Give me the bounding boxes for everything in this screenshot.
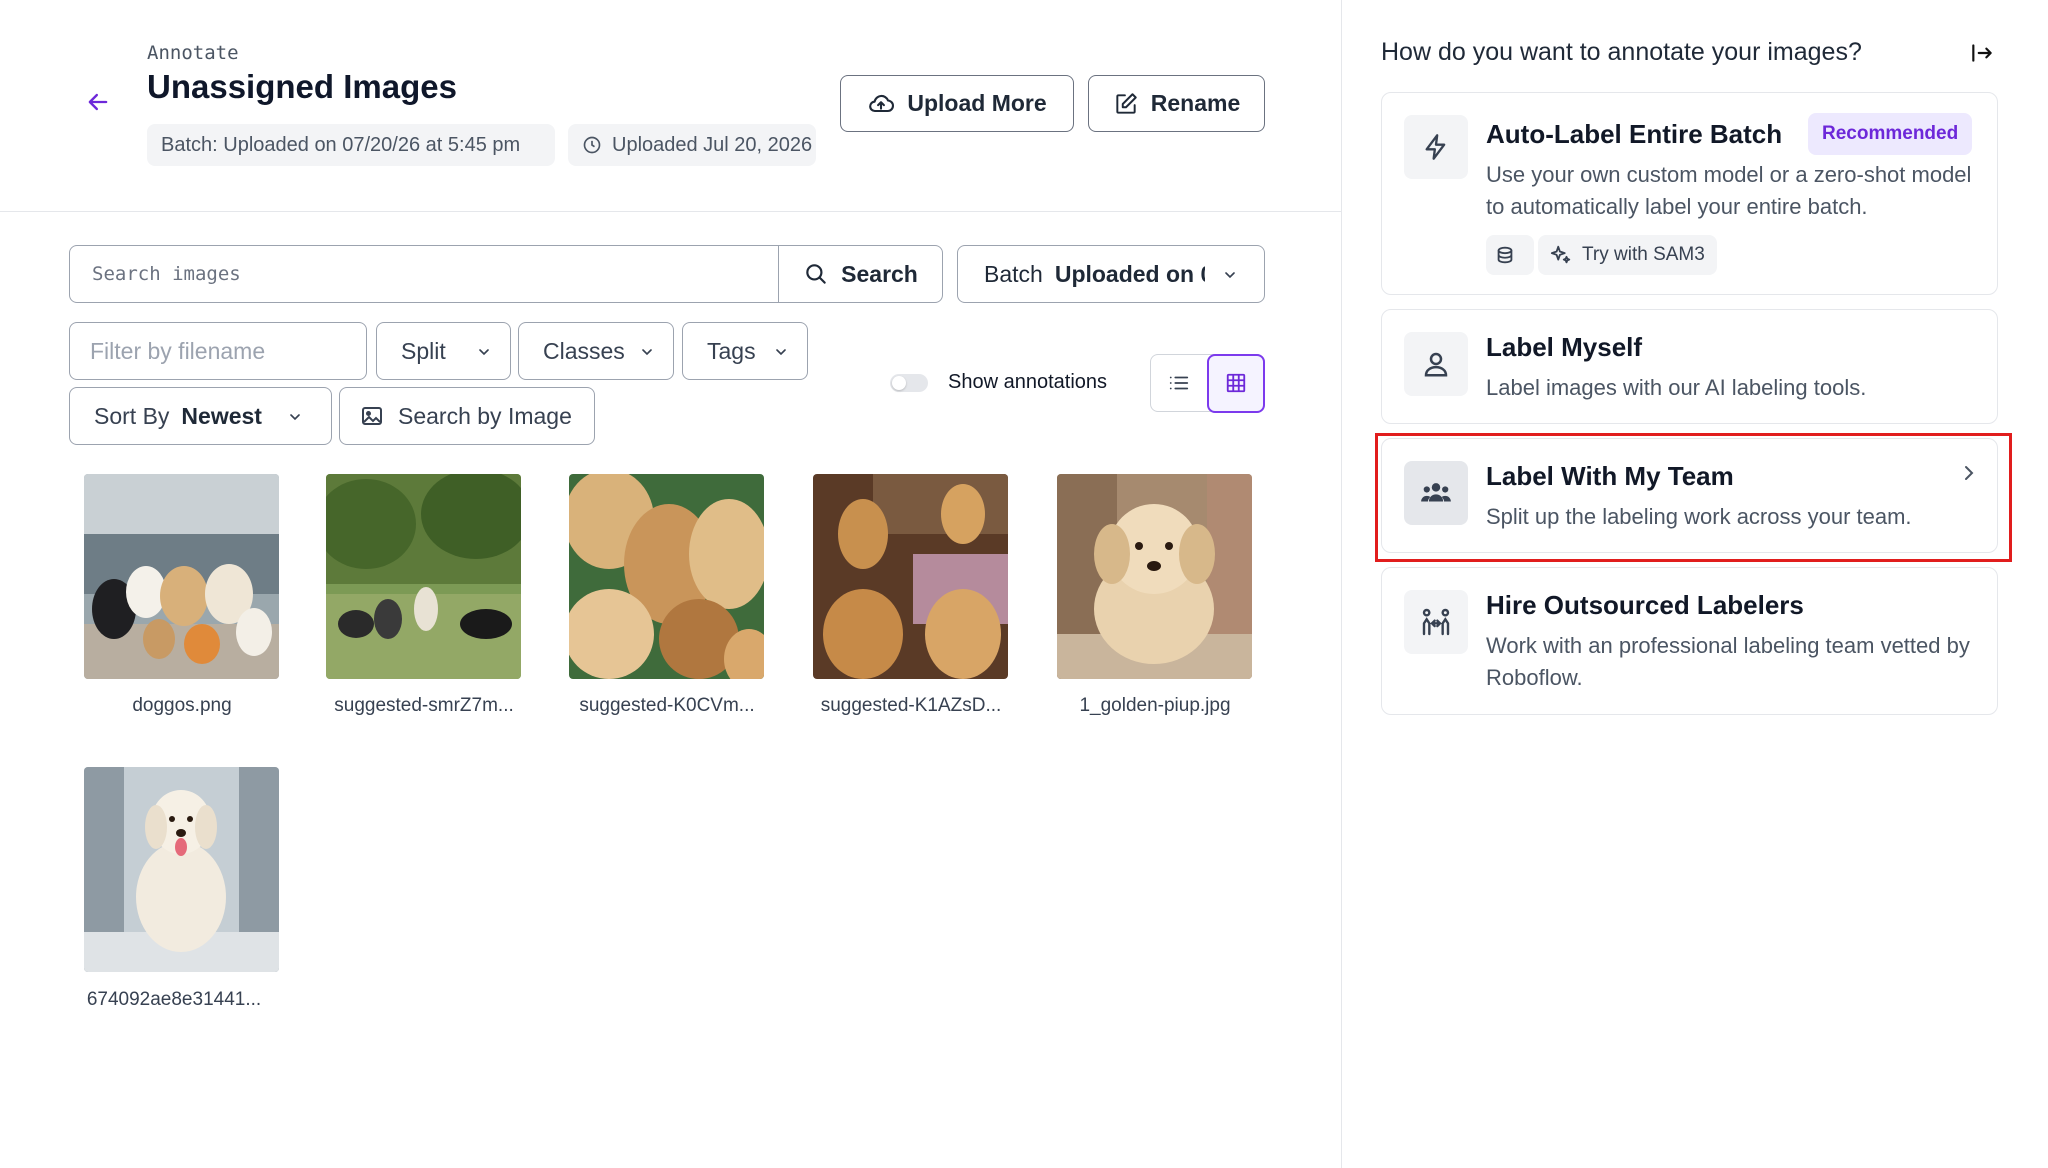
edit-icon <box>1116 92 1137 114</box>
batch-pill-text: Batch: Uploaded on 07/20/26 at 5:45 pm <box>161 133 521 156</box>
uploaded-pill: Uploaded Jul 20, 2026 <box>568 124 816 166</box>
search-button[interactable]: Search <box>778 246 942 302</box>
sort-value: Newest <box>181 402 262 429</box>
panel-title: How do you want to annotate your images? <box>1381 38 1862 66</box>
chevron-down-icon <box>1225 272 1235 279</box>
rename-label: Rename <box>1150 90 1241 116</box>
batch-dropdown-label: Batch <box>984 260 1043 287</box>
search-by-image-button[interactable]: Search by Image <box>339 387 595 445</box>
batch-pill: Batch: Uploaded on 07/20/26 at 5:45 pm <box>147 124 555 166</box>
cloud-upload-icon <box>869 94 895 112</box>
white-retriever-photo-icon <box>84 767 279 972</box>
stack-icon <box>1497 246 1513 264</box>
lightning-icon <box>1404 115 1468 179</box>
image-icon <box>362 407 382 425</box>
chevron-right-icon <box>1965 466 1974 480</box>
retrievers-indoor-photo-icon <box>813 474 1008 679</box>
classes-dropdown[interactable]: Classes <box>518 322 674 380</box>
search-icon <box>806 264 826 284</box>
image-thumbnail[interactable] <box>326 474 521 679</box>
clock-icon <box>583 136 601 154</box>
breadcrumb[interactable]: Annotate <box>147 42 239 64</box>
upload-more-button[interactable]: Upload More <box>840 75 1074 132</box>
chevron-down-icon <box>290 414 300 421</box>
auto-label-title: Auto-Label Entire Batch <box>1486 119 1783 149</box>
chevron-down-icon <box>642 349 652 356</box>
chevron-down-icon <box>479 349 489 356</box>
tags-dropdown[interactable]: Tags <box>682 322 808 380</box>
show-annotations-toggle[interactable] <box>890 374 928 392</box>
back-arrow-icon[interactable] <box>84 88 112 116</box>
split-label: Split <box>401 337 446 364</box>
image-filename: suggested-smrZ7m... <box>334 695 514 716</box>
outsource-icon <box>1404 590 1468 654</box>
image-filename: suggested-K0CVm... <box>579 695 755 716</box>
dogs-on-lawn-photo-icon <box>326 474 521 679</box>
image-filename: suggested-K1AZsD... <box>820 695 1002 716</box>
image-thumbnail[interactable] <box>813 474 1008 679</box>
search-button-label: Search <box>841 260 918 287</box>
annotate-options-panel: How do you want to annotate your images?… <box>1343 0 2048 1168</box>
sparkles-icon <box>1550 245 1571 264</box>
grid-view-button[interactable] <box>1207 353 1265 413</box>
auto-label-card[interactable]: Auto-Label Entire Batch Recommended Use … <box>1381 92 1998 295</box>
image-thumbnail[interactable] <box>84 474 279 679</box>
sort-dropdown[interactable]: Sort By Newest <box>69 387 332 445</box>
try-sam3-label: Try with SAM3 <box>1582 244 1705 265</box>
dog-group-photo-icon <box>84 474 279 679</box>
image-filename: 674092ae8e31441... <box>86 989 262 1010</box>
image-thumbnail[interactable] <box>84 767 279 972</box>
view-toggle <box>1150 353 1265 413</box>
filename-filter-input[interactable] <box>69 322 367 380</box>
model-chip[interactable] <box>1486 235 1534 275</box>
hire-outsourced-card[interactable]: Hire Outsourced Labelers Work with an pr… <box>1381 567 1998 715</box>
split-dropdown[interactable]: Split <box>376 322 511 380</box>
try-sam3-chip[interactable]: Try with SAM3 <box>1538 235 1717 275</box>
label-myself-card[interactable]: Label Myself Label images with our AI la… <box>1381 309 1998 424</box>
upload-more-label: Upload More <box>907 90 1047 116</box>
image-thumbnail[interactable] <box>569 474 764 679</box>
hire-outsourced-desc: Work with an professional labeling team … <box>1486 633 1970 690</box>
image-filename: doggos.png <box>132 695 232 716</box>
label-with-team-title: Label With My Team <box>1486 461 1734 491</box>
label-with-team-card[interactable]: Label With My Team Split up the labeling… <box>1381 438 1998 553</box>
search-bar: Search <box>69 245 943 303</box>
page-header: Annotate Unassigned Images Batch: Upload… <box>0 0 1342 212</box>
golden-puppy-photo-icon <box>1057 474 1252 679</box>
image-filename: 1_golden-piup.jpg <box>1079 695 1231 716</box>
auto-label-desc: Use your own custom model or a zero-shot… <box>1486 162 1972 219</box>
batch-dropdown-value: Uploaded on 07/20/26 <box>1054 260 1205 287</box>
search-input[interactable] <box>70 246 778 302</box>
uploaded-pill-text: Uploaded Jul 20, 2026 <box>612 133 813 156</box>
list-icon <box>1169 376 1189 390</box>
golden-retrievers-photo-icon <box>569 474 764 679</box>
page-title: Unassigned Images <box>147 68 457 105</box>
label-myself-title: Label Myself <box>1486 332 1643 362</box>
hire-outsourced-title: Hire Outsourced Labelers <box>1486 590 1804 620</box>
rename-button[interactable]: Rename <box>1088 75 1265 132</box>
sort-label: Sort By <box>94 402 170 429</box>
grid-icon <box>1226 373 1246 393</box>
label-with-team-desc: Split up the labeling work across your t… <box>1486 504 1912 529</box>
tags-label: Tags <box>707 337 756 364</box>
main-panel: Annotate Unassigned Images Batch: Upload… <box>0 0 1342 1168</box>
show-annotations-label: Show annotations <box>948 371 1108 393</box>
team-icon <box>1404 461 1468 525</box>
list-view-button[interactable] <box>1151 355 1207 411</box>
chevron-down-icon <box>776 349 786 356</box>
classes-label: Classes <box>543 337 625 364</box>
recommended-badge: Recommended <box>1808 113 1973 155</box>
label-myself-desc: Label images with our AI labeling tools. <box>1486 375 1867 400</box>
collapse-panel-icon[interactable] <box>1969 40 1995 66</box>
image-thumbnail[interactable] <box>1057 474 1252 679</box>
batch-dropdown[interactable]: Batch Uploaded on 07/20/26 <box>957 245 1265 303</box>
person-icon <box>1404 332 1468 396</box>
search-by-image-label: Search by Image <box>398 402 572 429</box>
